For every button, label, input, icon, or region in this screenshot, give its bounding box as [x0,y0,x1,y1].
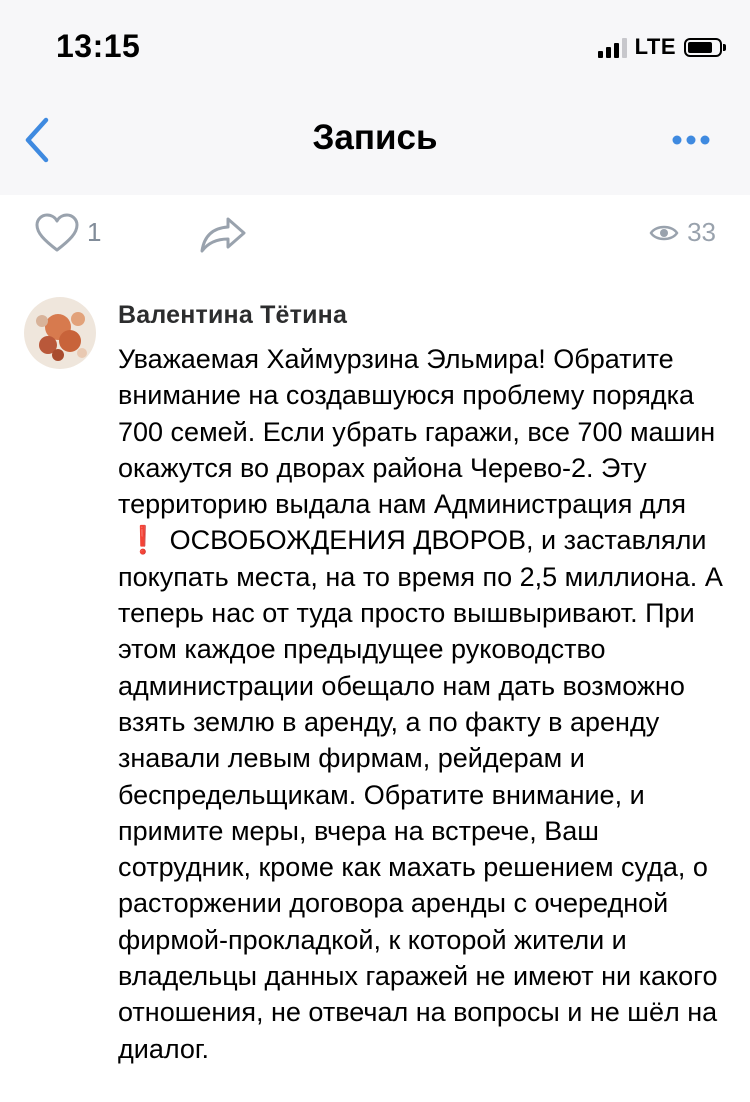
avatar-image [24,297,96,369]
battery-icon [684,37,726,57]
network-type: LTE [634,34,676,59]
comment-text-part-2: ОСВОБОЖДЕНИЯ ДВОРОВ, и заставляли покупа… [118,525,723,1064]
share-arrow-icon[interactable] [198,213,248,255]
eye-icon [649,225,679,240]
views-count: 33 [687,217,716,247]
comment-text: Уважаемая Хаймурзина Эльмира! Обратите в… [118,341,728,1067]
comment-text-part-1: Уважаемая Хаймурзина Эльмира! Обратите в… [118,344,716,520]
signal-icon [597,36,627,58]
page-title: Запись [312,118,438,157]
post-actions-bar: 1 33 [0,195,750,275]
status-indicators: LTE [597,34,726,60]
post-screen: 13:15 LTE Запись 1 33 Валентина Тётина У… [0,0,750,1102]
status-time: 13:15 [56,28,141,64]
comment-author[interactable]: Валентина Тётина [118,301,347,330]
heart-icon[interactable] [34,212,80,254]
views-counter: 33 [649,217,716,248]
more-dots-icon[interactable] [672,130,710,150]
avatar[interactable] [24,297,96,369]
header-area: 13:15 LTE Запись [0,0,750,195]
exclamation-emoji: ❗ [126,525,160,556]
like-count: 1 [87,217,102,247]
